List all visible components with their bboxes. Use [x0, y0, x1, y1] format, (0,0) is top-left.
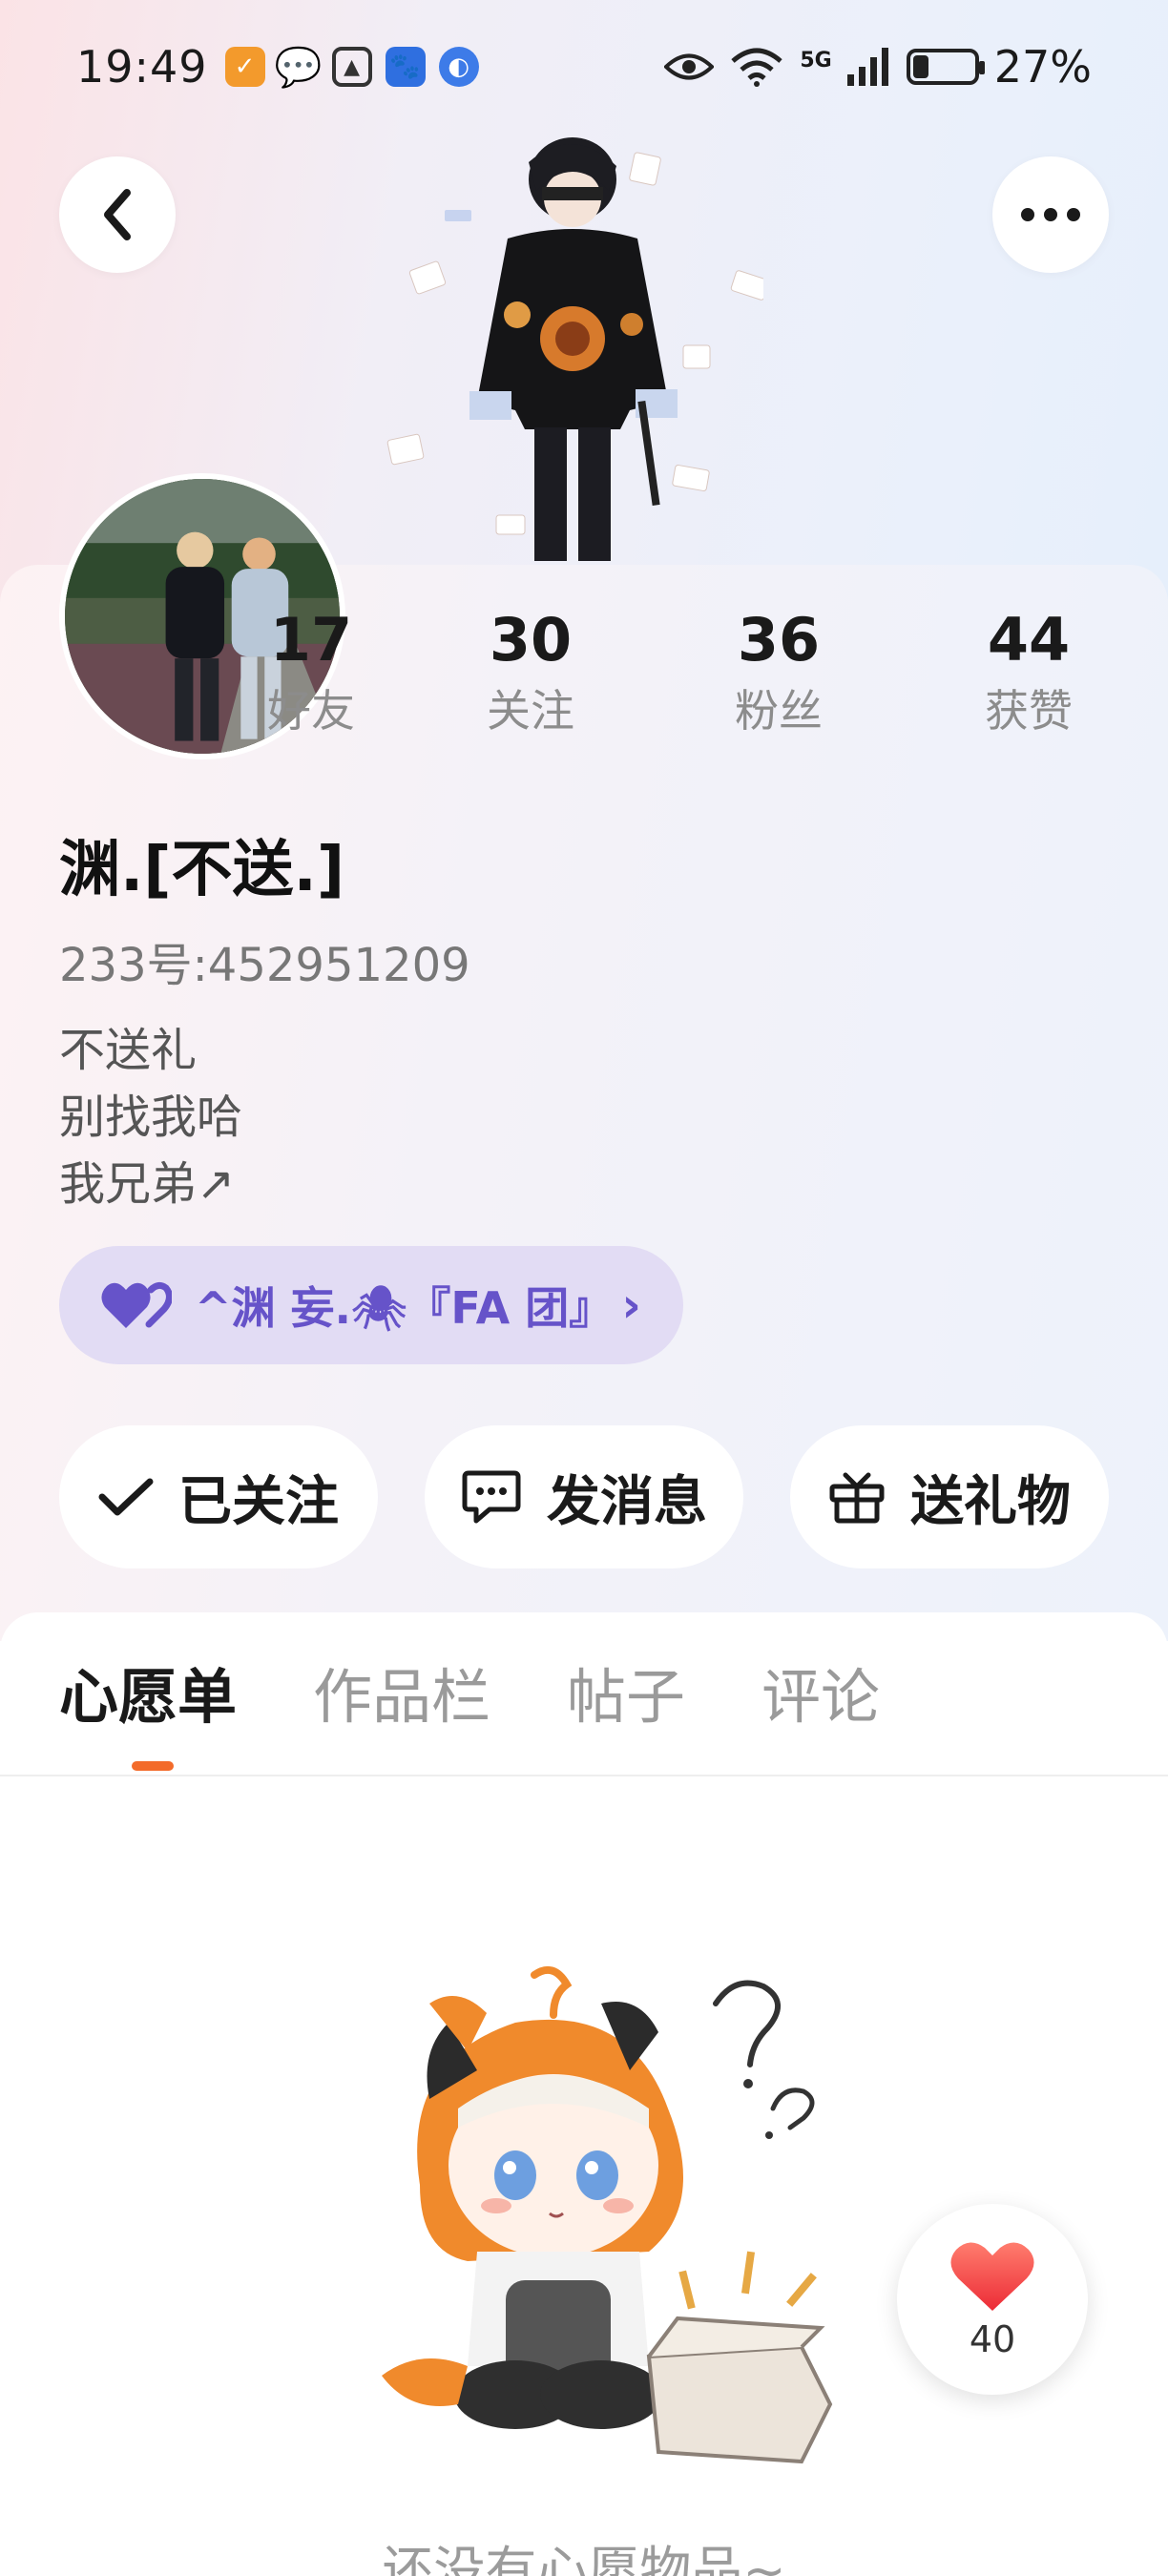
tab-works[interactable]: 作品栏 [313, 1660, 490, 1735]
following-button[interactable]: 已关注 [59, 1425, 378, 1568]
fan-club-badge[interactable]: ^渊 妄.🕷『FA 团』 › [59, 1246, 683, 1364]
stat-value: 17 [269, 605, 353, 675]
bio-line: 我兄弟↗ [59, 1157, 236, 1211]
tab-wishlist[interactable]: 心愿单 [59, 1660, 237, 1735]
like-button[interactable]: 40 [897, 2204, 1088, 2395]
empty-wishlist-illustration [382, 1965, 833, 2464]
back-button[interactable] [59, 156, 176, 273]
heart-icon [950, 2242, 1034, 2311]
stat-label: 获赞 [985, 685, 1073, 737]
status-time: 19:49 [76, 41, 208, 93]
profile-tabs: 心愿单 作品栏 帖子 评论 [59, 1660, 956, 1735]
tab-comments[interactable]: 评论 [761, 1660, 880, 1735]
chevron-right-icon: › [621, 1278, 641, 1333]
more-dots-icon [1021, 208, 1080, 221]
empty-state-text: 还没有心愿物品~ [382, 2541, 786, 2576]
gallery-icon: ▲ [331, 47, 372, 87]
chevron-left-icon [104, 189, 131, 240]
divider [0, 1775, 1168, 1776]
bio: 不送礼 别找我哈 我兄弟↗ [59, 1017, 242, 1217]
gift-icon [829, 1472, 885, 1524]
bio-line: 别找我哈 [59, 1091, 243, 1144]
stat-label: 关注 [487, 685, 574, 737]
app-notification-icon: ✓ [224, 47, 265, 87]
send-gift-button[interactable]: 送礼物 [790, 1425, 1109, 1568]
active-tab-indicator [132, 1761, 174, 1771]
following-label: 已关注 [178, 1470, 339, 1533]
baidu-icon: 🐾 [385, 47, 426, 87]
check-icon [98, 1478, 154, 1516]
bio-line: 不送礼 [59, 1024, 198, 1077]
fan-club-name: ^渊 妄.🕷『FA 团』 [195, 1282, 614, 1334]
send-gift-label: 送礼物 [910, 1470, 1071, 1533]
battery-icon [906, 49, 985, 85]
profile-character-image [386, 137, 763, 561]
browser-icon: ◐ [438, 47, 479, 87]
system-indicators: 5G 27% [664, 41, 1092, 93]
username: 渊.[不送.] [59, 835, 345, 905]
network-type: 5G [800, 49, 832, 73]
send-message-label: 发消息 [547, 1470, 707, 1533]
chat-bubble-icon [462, 1470, 521, 1524]
more-options-button[interactable] [992, 156, 1109, 273]
stat-likes[interactable]: 44 获赞 [943, 603, 1115, 744]
double-heart-icon [101, 1281, 172, 1328]
battery-level [912, 55, 929, 78]
notification-icons: ✓ 💬 ▲ 🐾 ◐ [224, 45, 479, 90]
wechat-icon: 💬 [274, 45, 323, 90]
stat-friends[interactable]: 17 好友 [225, 603, 397, 744]
stat-followers[interactable]: 36 粉丝 [693, 603, 865, 744]
stat-value: 44 [987, 605, 1071, 675]
stat-value: 36 [737, 605, 821, 675]
eye-icon [664, 53, 715, 80]
like-count: 40 [969, 2318, 1016, 2360]
battery-percent: 27% [993, 41, 1092, 93]
stat-label: 粉丝 [735, 685, 823, 737]
stat-label: 好友 [267, 685, 355, 737]
wifi-icon [731, 48, 783, 87]
stat-following[interactable]: 30 关注 [445, 603, 616, 744]
send-message-button[interactable]: 发消息 [425, 1425, 743, 1568]
status-bar: 19:49 ✓ 💬 ▲ 🐾 ◐ 5G 27% [0, 0, 1168, 134]
signal-icon [846, 48, 888, 86]
user-id: 233号:452951209 [59, 939, 470, 992]
stat-value: 30 [489, 605, 573, 675]
tab-posts[interactable]: 帖子 [567, 1660, 685, 1735]
